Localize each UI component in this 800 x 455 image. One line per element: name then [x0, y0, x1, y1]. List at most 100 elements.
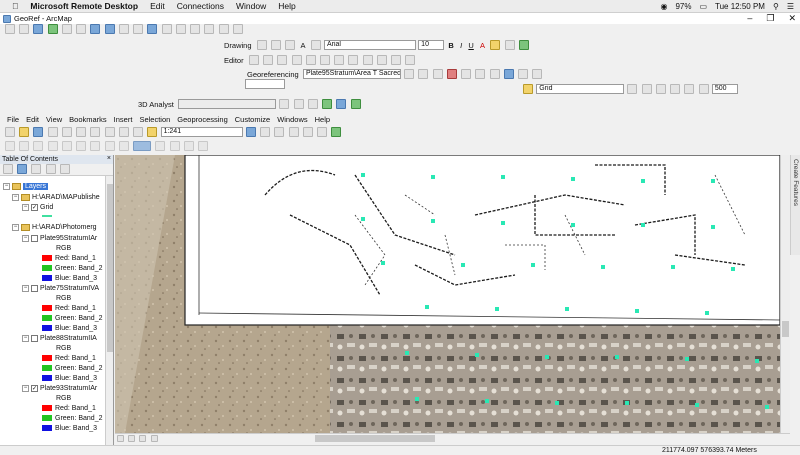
- plate-label[interactable]: Plate75StratumIVA: [40, 285, 99, 292]
- blue-swatch[interactable]: [42, 275, 52, 282]
- delete-icon[interactable]: [104, 127, 115, 137]
- georeferencing-menu[interactable]: Georeferencing: [247, 70, 299, 79]
- cut-polygons-icon[interactable]: [334, 55, 345, 65]
- menu-bookmarks[interactable]: Bookmarks: [69, 115, 107, 124]
- mac-app-name[interactable]: Microsoft Remote Desktop: [30, 1, 138, 11]
- apple-icon[interactable]: : [12, 1, 18, 11]
- mac-menu-window[interactable]: Window: [236, 1, 266, 11]
- menu-windows[interactable]: Windows: [277, 115, 307, 124]
- menu-selection[interactable]: Selection: [139, 115, 170, 124]
- straight-segment-icon[interactable]: [277, 55, 288, 65]
- editor-menu[interactable]: Editor: [224, 56, 244, 65]
- menu-customize[interactable]: Customize: [235, 115, 270, 124]
- undo-icon[interactable]: [118, 127, 129, 137]
- full-extent-icon[interactable]: [47, 24, 58, 34]
- font-size-select[interactable]: 10: [418, 40, 445, 50]
- pause-drawing-icon[interactable]: [150, 435, 158, 443]
- select-elements-icon[interactable]: [256, 40, 267, 50]
- line-color-icon[interactable]: [504, 40, 515, 50]
- expand-toggle[interactable]: −: [22, 334, 29, 342]
- layers-label[interactable]: Layers: [23, 183, 49, 190]
- layout-pan-icon[interactable]: [33, 141, 44, 151]
- save-icon[interactable]: [33, 127, 44, 137]
- layout-back-icon[interactable]: [104, 141, 115, 151]
- map-vscroll-thumb[interactable]: [782, 321, 789, 337]
- html-popup-icon[interactable]: [204, 24, 215, 34]
- sketch-properties-icon[interactable]: [391, 55, 402, 65]
- toggle-draft-icon[interactable]: [155, 141, 166, 151]
- group1-row[interactable]: − H:\ARAD\MAPublishe: [12, 193, 100, 203]
- plate-checkbox[interactable]: [31, 284, 38, 292]
- print-icon[interactable]: [47, 127, 58, 137]
- menu-edit[interactable]: Edit: [26, 115, 39, 124]
- layout-forward-icon[interactable]: [118, 141, 129, 151]
- layout-fixed-out-icon[interactable]: [90, 141, 101, 151]
- transparency-icon[interactable]: [655, 84, 666, 94]
- interpolate-line-icon[interactable]: [322, 99, 333, 109]
- arcscene-icon[interactable]: [336, 99, 347, 109]
- mac-menu-help[interactable]: Help: [278, 1, 295, 11]
- group2-label[interactable]: H:\ARAD\Photomerg: [32, 224, 97, 231]
- expand-toggle[interactable]: −: [3, 182, 10, 190]
- add-data-icon[interactable]: [147, 127, 158, 137]
- redo-icon[interactable]: [133, 127, 144, 137]
- back-icon[interactable]: [90, 24, 101, 34]
- catalog-window-icon[interactable]: [274, 127, 285, 137]
- paste-icon[interactable]: [90, 127, 101, 137]
- fixed-zoom-in-icon[interactable]: [61, 24, 72, 34]
- red-swatch[interactable]: [42, 305, 52, 312]
- hyperlink-icon[interactable]: [190, 24, 201, 34]
- underline-button[interactable]: U: [468, 41, 473, 50]
- layout-zoom-percent[interactable]: [133, 141, 152, 151]
- expand-toggle[interactable]: −: [22, 234, 29, 242]
- fixed-zoom-out-icon[interactable]: [76, 24, 87, 34]
- map-vertical-scrollbar[interactable]: [780, 155, 790, 433]
- rotate-georef-icon[interactable]: [404, 69, 415, 79]
- python-icon[interactable]: [316, 127, 327, 137]
- layout-fixed-in-icon[interactable]: [76, 141, 87, 151]
- toc-scroll-thumb[interactable]: [107, 184, 113, 352]
- map-horizontal-scrollbar[interactable]: [115, 433, 790, 443]
- spotlight-icon[interactable]: ⚲: [773, 2, 779, 11]
- viewer-icon[interactable]: [232, 24, 243, 34]
- wifi-icon[interactable]: ◉: [660, 2, 667, 11]
- red-swatch[interactable]: [42, 355, 52, 362]
- plate-checkbox[interactable]: [31, 234, 38, 242]
- bold-button[interactable]: B: [448, 41, 453, 50]
- plate-label[interactable]: Plate93StratumIAr: [40, 385, 97, 392]
- expand-toggle[interactable]: −: [22, 384, 29, 392]
- restore-button[interactable]: ❐: [766, 13, 774, 24]
- steepest-path-icon[interactable]: [293, 99, 304, 109]
- menu-geoprocessing[interactable]: Geoprocessing: [177, 115, 227, 124]
- plate-layer-row[interactable]: − ✓ Plate93StratumIAr: [22, 384, 97, 394]
- open-icon[interactable]: [19, 127, 30, 137]
- create-features-icon[interactable]: [405, 55, 416, 65]
- contrast-icon[interactable]: [627, 84, 638, 94]
- layout-whole-page-icon[interactable]: [47, 141, 58, 151]
- group1-label[interactable]: H:\ARAD\MAPublishe: [32, 194, 100, 201]
- list-by-drawing-order-icon[interactable]: [3, 164, 13, 174]
- viewer-georef-icon[interactable]: [532, 69, 543, 79]
- edit-annotation-icon[interactable]: [263, 55, 274, 65]
- find-icon[interactable]: [161, 24, 172, 34]
- select-features-icon[interactable]: [118, 24, 129, 34]
- rotate-to-angle-icon[interactable]: [518, 69, 529, 79]
- plate-layer-row[interactable]: − Plate75StratumIVA: [22, 284, 99, 294]
- measure-icon[interactable]: [175, 24, 186, 34]
- copy-icon[interactable]: [76, 127, 87, 137]
- green-swatch[interactable]: [42, 315, 52, 322]
- plate-label[interactable]: Plate88StratumIIA: [40, 335, 97, 342]
- forward-icon[interactable]: [104, 24, 115, 34]
- mac-menu-edit[interactable]: Edit: [150, 1, 165, 11]
- list-by-selection-icon[interactable]: [45, 164, 56, 174]
- red-swatch[interactable]: [42, 255, 52, 262]
- group2-row[interactable]: − H:\ARAD\Photomerg: [12, 223, 97, 233]
- toc-close-button[interactable]: ×: [107, 155, 111, 162]
- list-by-source-icon[interactable]: [17, 164, 28, 174]
- trace-icon[interactable]: [305, 55, 316, 65]
- grid-label[interactable]: Grid: [40, 204, 53, 211]
- map-canvas[interactable]: [115, 155, 780, 433]
- edit-vertices-icon[interactable]: [310, 40, 321, 50]
- toc-options-icon[interactable]: [59, 164, 70, 174]
- rotate-edit-icon[interactable]: [362, 55, 373, 65]
